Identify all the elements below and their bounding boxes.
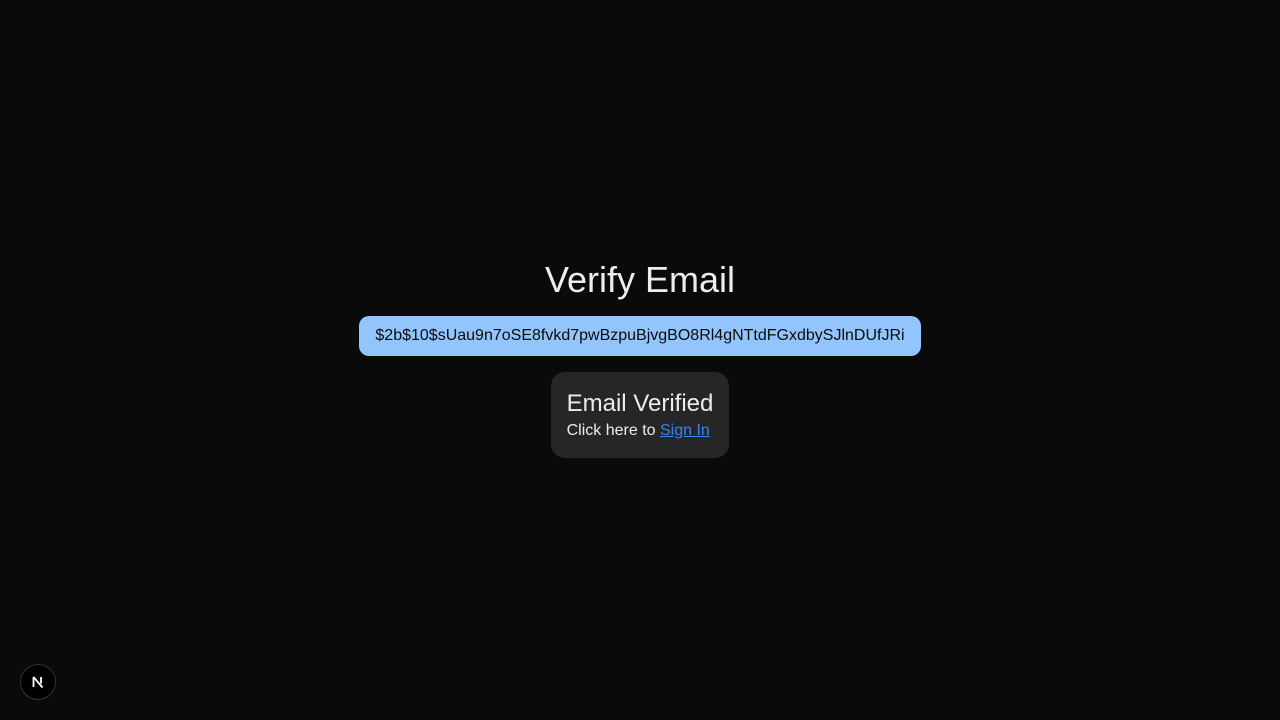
status-heading: Email Verified [566, 390, 714, 417]
verify-container: Verify Email $2b$10$sUau9n7oSE8fvkd7pwBz… [0, 258, 1280, 458]
status-prefix: Click here to [566, 422, 660, 439]
nextjs-logo-icon [30, 674, 46, 690]
status-message: Click here to Sign In [567, 420, 710, 442]
verification-token: $2b$10$sUau9n7oSE8fvkd7pwBzpuBjvgBO8Rl4g… [359, 316, 921, 356]
nextjs-dev-badge[interactable] [20, 664, 56, 700]
page-title: Verify Email [544, 259, 736, 300]
page: Verify Email $2b$10$sUau9n7oSE8fvkd7pwBz… [0, 0, 1280, 720]
sign-in-link[interactable]: Sign In [660, 422, 710, 439]
status-card: Email Verified Click here to Sign In [550, 372, 730, 458]
